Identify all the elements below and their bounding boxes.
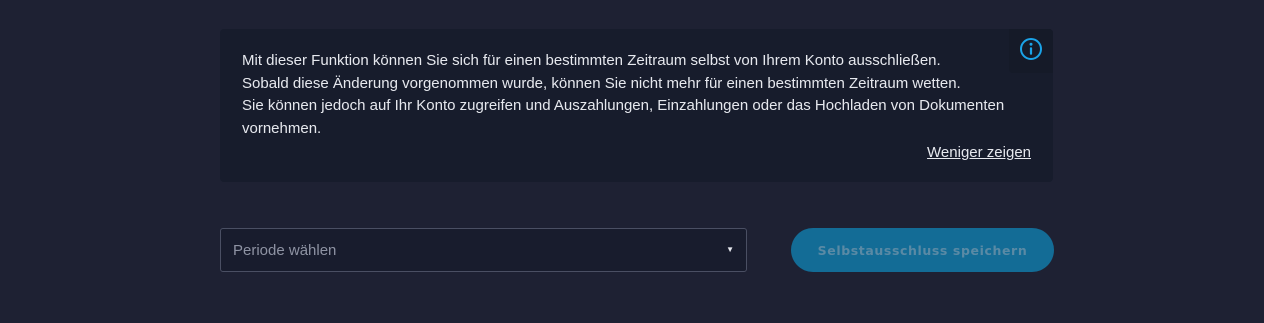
info-line-1: Mit dieser Funktion können Sie sich für … [242, 52, 941, 69]
self-exclusion-info-box: Mit dieser Funktion können Sie sich für … [220, 29, 1053, 182]
info-line-3: Sie können jedoch auf Ihr Konto zugreife… [242, 97, 1005, 137]
show-less-link[interactable]: Weniger zeigen [927, 143, 1031, 163]
info-description: Mit dieser Funktion können Sie sich für … [242, 50, 1042, 140]
info-line-2: Sobald diese Änderung vorgenommen wurde,… [242, 74, 961, 92]
caret-down-icon: ▼ [726, 245, 734, 254]
period-select-placeholder: Periode wählen [233, 242, 337, 259]
save-self-exclusion-button[interactable]: Selbstausschluss speichern [791, 228, 1054, 272]
period-select[interactable]: Periode wählen ▼ [220, 228, 747, 272]
